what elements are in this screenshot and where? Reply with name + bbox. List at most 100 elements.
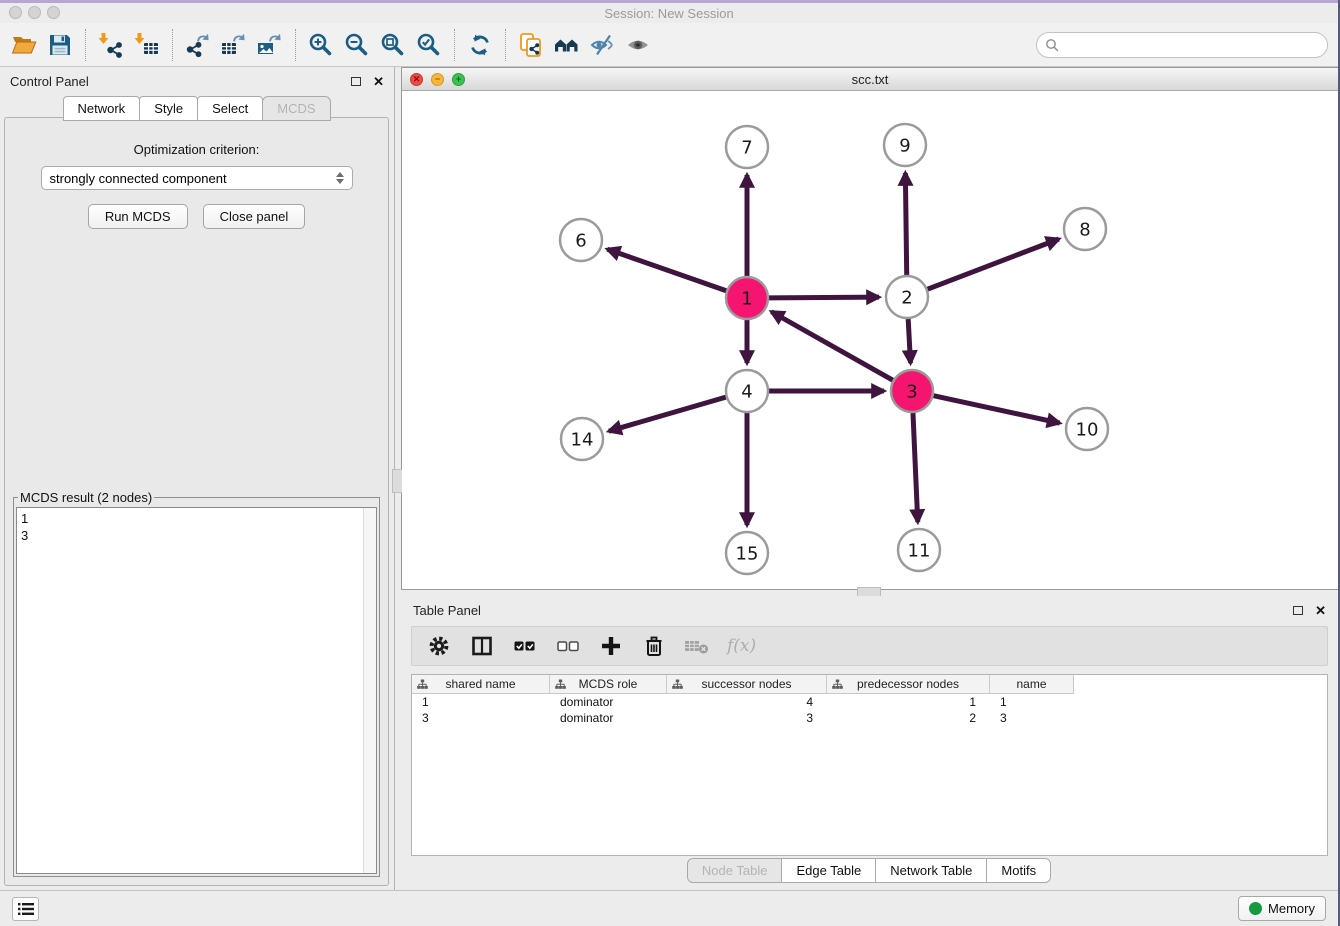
- table-row[interactable]: 1dominator411: [412, 694, 1327, 710]
- mcds-result-text: 1 3: [17, 508, 376, 546]
- network-window-controls: ✕ − +: [410, 73, 465, 86]
- zoom-selected-button[interactable]: [411, 27, 447, 63]
- zoom-out-button[interactable]: [339, 27, 375, 63]
- edge-3-10[interactable]: [933, 396, 1059, 423]
- control-panel: Control Panel ✕ NetworkStyleSelectMCDS O…: [0, 67, 395, 890]
- column-header-shared-name[interactable]: shared name: [412, 675, 550, 694]
- close-window-button[interactable]: [9, 6, 22, 19]
- import-network-button[interactable]: [93, 27, 129, 63]
- unselect-all-columns-button[interactable]: [555, 633, 581, 659]
- close-network-button[interactable]: ✕: [410, 73, 423, 86]
- toolbar-separator: [172, 29, 173, 61]
- table-cell[interactable]: dominator: [550, 710, 667, 726]
- table-cell[interactable]: 1: [990, 694, 1074, 710]
- clone-network-button[interactable]: [513, 27, 549, 63]
- edge-3-1[interactable]: [771, 312, 892, 380]
- column-header-name[interactable]: name: [990, 675, 1074, 694]
- node-6[interactable]: 6: [560, 219, 602, 261]
- export-network-button[interactable]: [180, 27, 216, 63]
- edge-2-8[interactable]: [928, 239, 1059, 289]
- mcds-result-group: MCDS result (2 nodes) 1 3: [13, 490, 380, 877]
- table-cell[interactable]: 1: [827, 694, 990, 710]
- zoom-window-button[interactable]: [47, 6, 60, 19]
- show-task-history-button[interactable]: [12, 897, 39, 921]
- node-14[interactable]: 14: [561, 418, 603, 460]
- optimization-criterion-select[interactable]: strongly connected component: [41, 166, 353, 190]
- minimize-window-button[interactable]: [28, 6, 41, 19]
- delete-table-button[interactable]: [684, 633, 710, 659]
- node-label: 6: [575, 230, 586, 251]
- import-table-button[interactable]: [129, 27, 165, 63]
- tab-mcds[interactable]: MCDS: [262, 96, 330, 121]
- close-panel-button[interactable]: Close panel: [203, 204, 306, 229]
- edge-1-6[interactable]: [607, 249, 726, 291]
- add-column-button[interactable]: [598, 633, 624, 659]
- delete-columns-button[interactable]: [641, 633, 667, 659]
- edge-3-11[interactable]: [913, 413, 918, 522]
- main-titlebar: Session: New Session: [0, 3, 1338, 23]
- run-mcds-button[interactable]: Run MCDS: [88, 204, 188, 229]
- float-table-panel-icon[interactable]: [1293, 606, 1303, 615]
- node-1[interactable]: 1: [726, 277, 768, 319]
- zoom-fit-button[interactable]: [375, 27, 411, 63]
- maximize-network-button[interactable]: +: [452, 73, 465, 86]
- node-10[interactable]: 10: [1066, 408, 1108, 450]
- close-panel-icon[interactable]: ✕: [373, 75, 384, 88]
- node-7[interactable]: 7: [726, 126, 768, 168]
- apply-function-button[interactable]: f(x): [727, 633, 756, 659]
- export-table-button[interactable]: [216, 27, 252, 63]
- search-input[interactable]: [1064, 37, 1319, 52]
- column-type-icon: [672, 679, 683, 690]
- table-row[interactable]: 3dominator323: [412, 710, 1327, 726]
- node-11[interactable]: 11: [898, 529, 940, 571]
- network-canvas[interactable]: 7 9 6 8 1 2 4 3 14 10 15 11: [402, 91, 1338, 589]
- node-2[interactable]: 2: [886, 276, 928, 318]
- column-header-predecessor-nodes[interactable]: predecessor nodes: [827, 675, 990, 694]
- table-cell[interactable]: 1: [412, 694, 550, 710]
- select-all-columns-button[interactable]: [512, 633, 538, 659]
- table-cell[interactable]: 3: [667, 710, 827, 726]
- export-image-button[interactable]: [252, 27, 288, 63]
- float-panel-icon[interactable]: [351, 77, 361, 86]
- apply-layout-button[interactable]: [462, 27, 498, 63]
- zoom-out-icon: [344, 32, 370, 58]
- tab-motifs[interactable]: Motifs: [986, 858, 1051, 883]
- table-cell[interactable]: 3: [990, 710, 1074, 726]
- tab-style[interactable]: Style: [139, 96, 198, 121]
- table-cell[interactable]: 3: [412, 710, 550, 726]
- node-3[interactable]: 3: [891, 370, 933, 412]
- edge-4-14[interactable]: [609, 397, 726, 431]
- column-header-label: name: [990, 677, 1073, 691]
- edge-2-9[interactable]: [905, 173, 906, 275]
- tab-select[interactable]: Select: [197, 96, 263, 121]
- edge-2-3[interactable]: [908, 319, 910, 363]
- zoom-in-button[interactable]: [303, 27, 339, 63]
- open-file-button[interactable]: [6, 27, 42, 63]
- table-cell[interactable]: 2: [827, 710, 990, 726]
- search-field[interactable]: [1036, 32, 1328, 58]
- table-tabs: Node TableEdge TableNetwork TableMotifs: [401, 858, 1338, 883]
- hide-graphics-details-button[interactable]: [585, 27, 621, 63]
- column-header-successor-nodes[interactable]: successor nodes: [667, 675, 827, 694]
- save-session-button[interactable]: [42, 27, 78, 63]
- table-cell[interactable]: dominator: [550, 694, 667, 710]
- minimize-network-button[interactable]: −: [431, 73, 444, 86]
- show-graphics-details-button[interactable]: [621, 27, 657, 63]
- memory-button[interactable]: Memory: [1238, 896, 1326, 921]
- tab-network[interactable]: Network: [63, 96, 141, 121]
- column-header-MCDS-role[interactable]: MCDS role: [550, 675, 667, 694]
- tab-node-table[interactable]: Node Table: [687, 858, 783, 883]
- tab-network-table[interactable]: Network Table: [875, 858, 987, 883]
- edge-1-2[interactable]: [769, 297, 879, 298]
- first-neighbors-button[interactable]: [549, 27, 585, 63]
- node-15[interactable]: 15: [726, 532, 768, 574]
- close-table-panel-icon[interactable]: ✕: [1315, 604, 1326, 617]
- show-columns-button[interactable]: [469, 633, 495, 659]
- result-scrollbar[interactable]: [363, 508, 376, 873]
- table-options-button[interactable]: [426, 633, 452, 659]
- node-4[interactable]: 4: [726, 370, 768, 412]
- node-9[interactable]: 9: [884, 124, 926, 166]
- node-8[interactable]: 8: [1064, 208, 1106, 250]
- tab-edge-table[interactable]: Edge Table: [781, 858, 876, 883]
- table-cell[interactable]: 4: [667, 694, 827, 710]
